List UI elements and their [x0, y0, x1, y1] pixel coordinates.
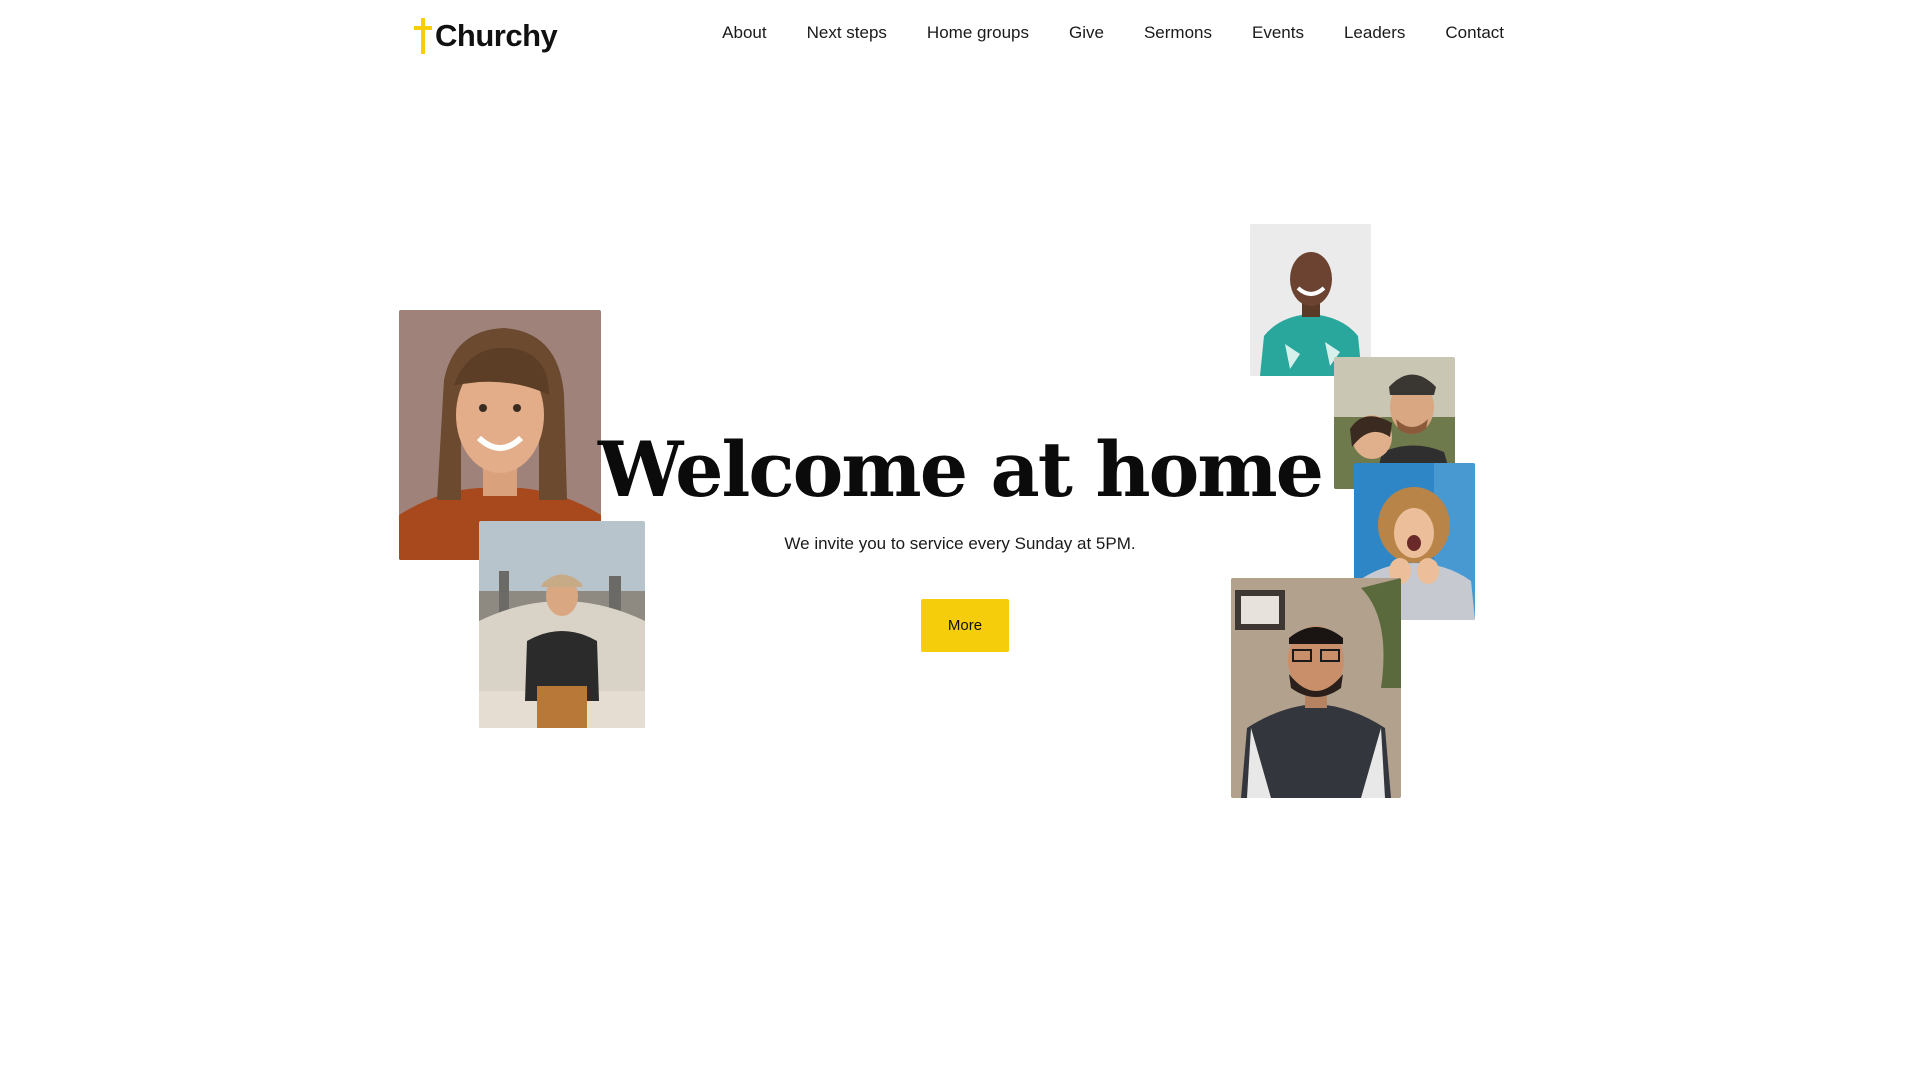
nav-item-leaders[interactable]: Leaders: [1344, 23, 1405, 43]
hero-title: Welcome at home: [597, 425, 1324, 514]
nav-item-give[interactable]: Give: [1069, 23, 1104, 43]
nav-item-about[interactable]: About: [722, 23, 766, 43]
cross-icon: [413, 16, 433, 56]
top-navigation-bar: Churchy About Next steps Home groups Giv…: [0, 0, 1920, 70]
more-button[interactable]: More: [921, 599, 1009, 652]
main-nav: About Next steps Home groups Give Sermon…: [682, 20, 1504, 46]
man-teal-shirt-photo: [1250, 224, 1371, 376]
hero-subtitle: We invite you to service every Sunday at…: [784, 534, 1136, 553]
nav-item-contact[interactable]: Contact: [1445, 23, 1504, 43]
nav-item-home-groups[interactable]: Home groups: [927, 23, 1029, 43]
logo[interactable]: Churchy: [413, 12, 558, 56]
logo-text: Churchy: [435, 18, 558, 53]
nav-item-next-steps[interactable]: Next steps: [807, 23, 887, 43]
nav-item-events[interactable]: Events: [1252, 23, 1304, 43]
nav-item-sermons[interactable]: Sermons: [1144, 23, 1212, 43]
man-glasses-photo: [1231, 578, 1401, 798]
